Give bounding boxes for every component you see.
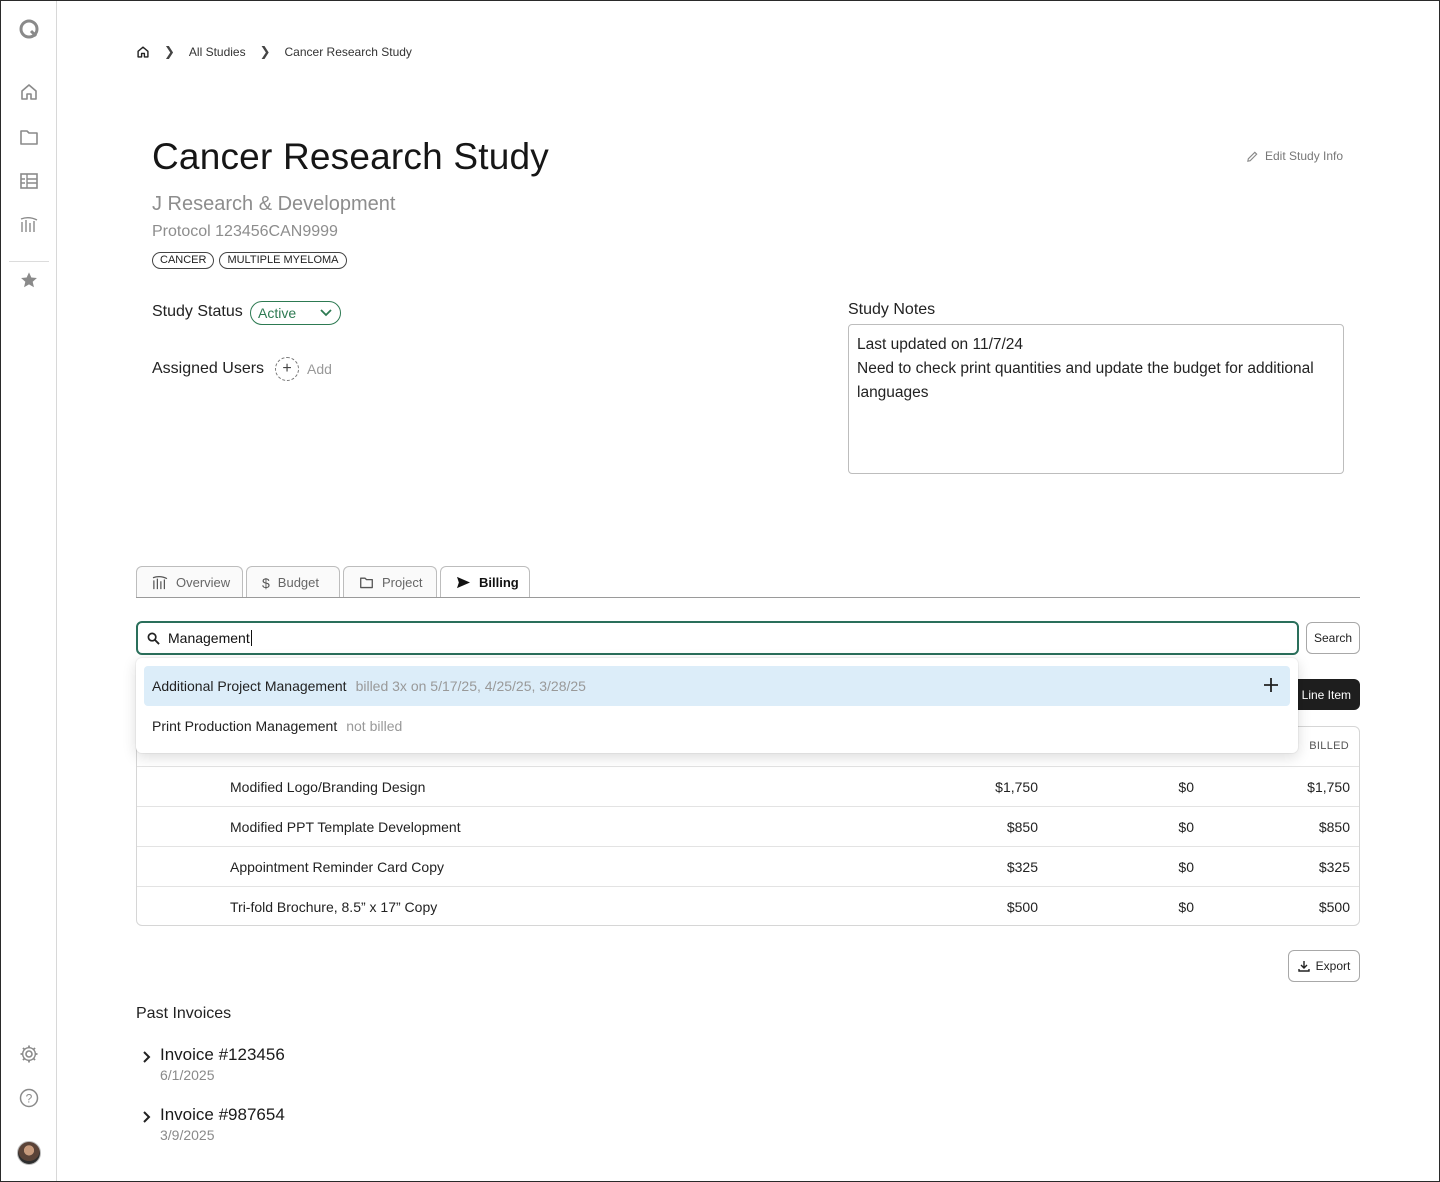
page-title: Cancer Research Study xyxy=(152,136,549,177)
notes-line: Last updated on 11/7/24 xyxy=(857,336,1024,353)
chevron-right-icon[interactable] xyxy=(142,1110,151,1126)
suggestion-meta: not billed xyxy=(346,718,403,734)
table-row[interactable]: Modified Logo/Branding Design $1,750 $0 … xyxy=(137,766,1359,806)
help-icon[interactable]: ? xyxy=(18,1087,40,1109)
add-user-button[interactable]: + xyxy=(275,357,299,381)
tab-bar: Overview $ Budget Project Billing xyxy=(136,566,530,598)
table-icon[interactable] xyxy=(18,170,40,192)
breadcrumb: ❯ All Studies ❯ Cancer Research Study xyxy=(136,44,412,60)
logo-icon[interactable] xyxy=(18,18,40,40)
column-header-billed: BILLED xyxy=(1309,740,1349,752)
billing-table: BILLED Modified Logo/Branding Design $1,… xyxy=(136,726,1360,926)
export-button[interactable]: Export xyxy=(1288,950,1360,982)
row-amount: $1,750 xyxy=(995,779,1038,795)
table-row[interactable]: Modified PPT Template Development $850 $… xyxy=(137,806,1359,846)
assigned-users-label: Assigned Users xyxy=(152,360,265,377)
home-icon[interactable] xyxy=(136,45,150,59)
suggestion-item[interactable]: Print Production Management not billed xyxy=(144,706,1290,746)
edit-study-info-button[interactable]: Edit Study Info xyxy=(1246,149,1343,163)
study-notes-textarea[interactable]: Last updated on 11/7/24 Need to check pr… xyxy=(848,324,1344,474)
search-button[interactable]: Search xyxy=(1306,622,1360,654)
invoice-date: 6/1/2025 xyxy=(160,1067,215,1083)
search-input-value: Management xyxy=(168,630,250,646)
row-amount: $325 xyxy=(1006,859,1038,875)
row-amount: $0 xyxy=(1178,899,1194,915)
tab-label: Budget xyxy=(277,575,319,590)
table-row[interactable]: Tri-fold Brochure, 8.5” x 17” Copy $500 … xyxy=(137,886,1359,926)
row-name: Tri-fold Brochure, 8.5” x 17” Copy xyxy=(230,899,438,915)
row-amount: $500 xyxy=(1006,899,1038,915)
row-name: Modified Logo/Branding Design xyxy=(230,779,426,795)
tab-budget[interactable]: $ Budget xyxy=(246,566,340,598)
folder-icon xyxy=(359,576,374,589)
tab-label: Billing xyxy=(479,575,519,590)
tab-billing[interactable]: Billing xyxy=(440,566,530,598)
plus-icon: + xyxy=(282,360,292,377)
tab-label: Project xyxy=(382,575,423,590)
suggestion-item[interactable]: Additional Project Management billed 3x … xyxy=(144,666,1290,706)
tab-divider xyxy=(136,597,1360,598)
sidebar-divider xyxy=(9,261,49,262)
row-name: Appointment Reminder Card Copy xyxy=(230,859,444,875)
row-amount: $0 xyxy=(1178,779,1194,795)
invoice-number: Invoice #123456 xyxy=(160,1045,285,1064)
add-user-label[interactable]: Add xyxy=(307,361,332,377)
study-protocol: Protocol 123456CAN9999 xyxy=(152,223,338,240)
text-caret xyxy=(250,630,252,646)
study-status-label: Study Status xyxy=(152,303,243,320)
search-icon xyxy=(147,632,160,645)
row-amount: $850 xyxy=(1006,819,1038,835)
tab-overview[interactable]: Overview xyxy=(136,566,243,598)
edit-study-info-label: Edit Study Info xyxy=(1265,149,1344,163)
tag-list: CANCER MULTIPLE MYELOMA xyxy=(152,252,347,269)
chevron-right-icon: ❯ xyxy=(164,44,175,59)
suggestion-name: Print Production Management xyxy=(152,718,338,734)
study-notes-label: Study Notes xyxy=(848,301,936,318)
home-icon[interactable] xyxy=(18,81,40,103)
breadcrumb-all-studies[interactable]: All Studies xyxy=(189,45,246,59)
table-row[interactable]: Appointment Reminder Card Copy $325 $0 $… xyxy=(137,846,1359,886)
row-amount: $0 xyxy=(1178,859,1194,875)
study-status-value: Active xyxy=(258,305,297,321)
settings-icon[interactable] xyxy=(18,1043,40,1065)
study-status-select[interactable]: Active xyxy=(250,301,341,325)
tab-label: Overview xyxy=(176,575,231,590)
search-suggestions-dropdown: Additional Project Management billed 3x … xyxy=(136,658,1298,753)
row-billed: $325 xyxy=(1318,859,1350,875)
breadcrumb-current: Cancer Research Study xyxy=(284,45,412,59)
pencil-icon xyxy=(1246,150,1259,163)
row-billed: $1,750 xyxy=(1307,779,1350,795)
plus-icon[interactable] xyxy=(1264,675,1278,695)
sidebar: ? xyxy=(1,1,57,1181)
notes-line: Need to check print quantities and updat… xyxy=(857,360,1314,401)
suggestion-name: Additional Project Management xyxy=(152,678,347,694)
tag-multiple-myeloma: MULTIPLE MYELOMA xyxy=(219,252,347,269)
row-billed: $850 xyxy=(1318,819,1350,835)
tab-project[interactable]: Project xyxy=(343,566,437,598)
folder-icon[interactable] xyxy=(18,126,40,148)
chevron-down-icon xyxy=(320,309,332,317)
row-billed: $500 xyxy=(1318,899,1350,915)
invoice-date: 3/9/2025 xyxy=(160,1127,215,1143)
avatar[interactable] xyxy=(17,1141,41,1165)
past-invoices-heading: Past Invoices xyxy=(136,1005,232,1022)
search-input[interactable]: Management xyxy=(136,621,1299,655)
chart-icon[interactable] xyxy=(18,214,40,236)
star-icon[interactable] xyxy=(18,269,40,291)
suggestion-meta: billed 3x on 5/17/25, 4/25/25, 3/28/25 xyxy=(355,678,586,694)
dollar-icon: $ xyxy=(262,574,270,591)
row-name: Modified PPT Template Development xyxy=(230,819,461,835)
svg-text:?: ? xyxy=(26,1092,33,1106)
chart-icon xyxy=(152,575,168,590)
send-icon xyxy=(456,576,471,589)
invoice-number: Invoice #987654 xyxy=(160,1105,285,1124)
chevron-right-icon[interactable] xyxy=(142,1050,151,1066)
row-amount: $0 xyxy=(1178,819,1194,835)
export-label: Export xyxy=(1315,959,1351,973)
download-icon xyxy=(1297,960,1310,972)
study-sponsor: J Research & Development xyxy=(152,193,396,215)
tag-cancer: CANCER xyxy=(152,252,215,269)
chevron-right-icon: ❯ xyxy=(259,44,271,59)
